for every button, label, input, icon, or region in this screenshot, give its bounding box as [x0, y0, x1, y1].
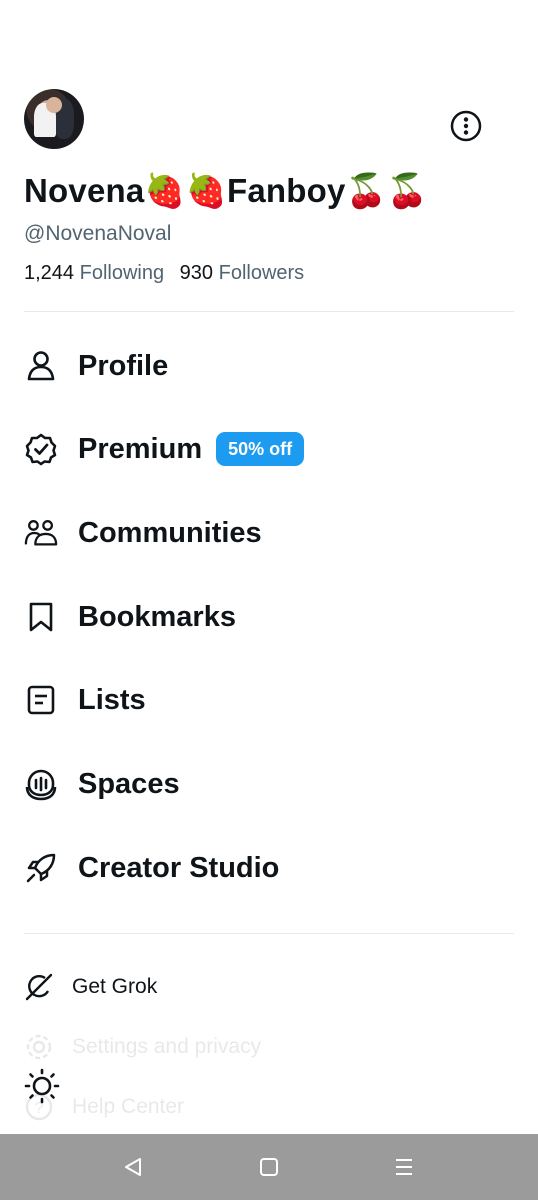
- menu-item-premium[interactable]: Premium 50% off: [24, 419, 305, 479]
- followers-link[interactable]: 930 Followers: [180, 262, 305, 284]
- menu-item-label: Premium: [78, 432, 203, 465]
- menu-item-label: Bookmarks: [78, 600, 236, 633]
- divider: [24, 933, 514, 934]
- following-count: 1,244: [24, 262, 75, 284]
- recents-lines-icon[interactable]: [391, 1154, 417, 1180]
- followers-count: 930: [179, 262, 214, 284]
- menu-item-label: Spaces: [78, 767, 180, 800]
- menu-item-communities[interactable]: Communities: [24, 503, 262, 563]
- gear-icon: [24, 1032, 54, 1062]
- menu-item-settings[interactable]: Settings and privacy: [24, 1027, 261, 1067]
- following-link[interactable]: 1,244 Following: [24, 262, 164, 284]
- menu-item-get-grok[interactable]: Get Grok: [24, 967, 157, 1007]
- verified-badge-icon: [24, 432, 58, 466]
- grok-icon: [24, 972, 54, 1002]
- menu-item-lists[interactable]: Lists: [24, 670, 146, 730]
- back-triangle-icon[interactable]: [120, 1154, 146, 1180]
- more-options-icon[interactable]: [450, 110, 482, 142]
- person-icon: [24, 349, 58, 383]
- bookmark-icon: [24, 600, 58, 634]
- avatar[interactable]: [24, 89, 84, 149]
- menu-item-label: Profile: [78, 349, 169, 382]
- menu-item-bookmarks[interactable]: Bookmarks: [24, 587, 236, 647]
- follow-stats: 1,244 Following 930 Followers: [24, 262, 304, 285]
- spaces-icon: [24, 767, 58, 801]
- divider: [24, 311, 514, 312]
- rocket-icon: [24, 851, 58, 885]
- menu-item-creator-studio[interactable]: Creator Studio: [24, 838, 279, 898]
- menu-item-spaces[interactable]: Spaces: [24, 754, 180, 814]
- home-square-icon[interactable]: [256, 1154, 282, 1180]
- following-label: Following: [79, 262, 165, 284]
- sun-icon[interactable]: [24, 1068, 60, 1104]
- menu-item-label: Settings and privacy: [72, 1035, 262, 1058]
- menu-item-label: Get Grok: [72, 975, 158, 998]
- menu-item-label: Communities: [78, 516, 262, 549]
- menu-item-label: Creator Studio: [78, 851, 280, 884]
- menu-item-label: Lists: [78, 683, 146, 716]
- user-handle: @NovenaNoval: [24, 222, 172, 245]
- list-icon: [24, 683, 58, 717]
- menu-item-profile[interactable]: Profile: [24, 336, 168, 396]
- side-drawer: Novena🍓🍓Fanboy🍒🍒 @NovenaNoval 1,244 Foll…: [0, 0, 538, 1134]
- menu-item-label: Help Center: [72, 1095, 185, 1118]
- system-navigation-bar: [0, 1134, 538, 1200]
- discount-badge: 50% off: [216, 432, 305, 466]
- display-name[interactable]: Novena🍓🍓Fanboy🍒🍒: [24, 172, 428, 211]
- communities-icon: [24, 516, 58, 550]
- followers-label: Followers: [218, 262, 305, 284]
